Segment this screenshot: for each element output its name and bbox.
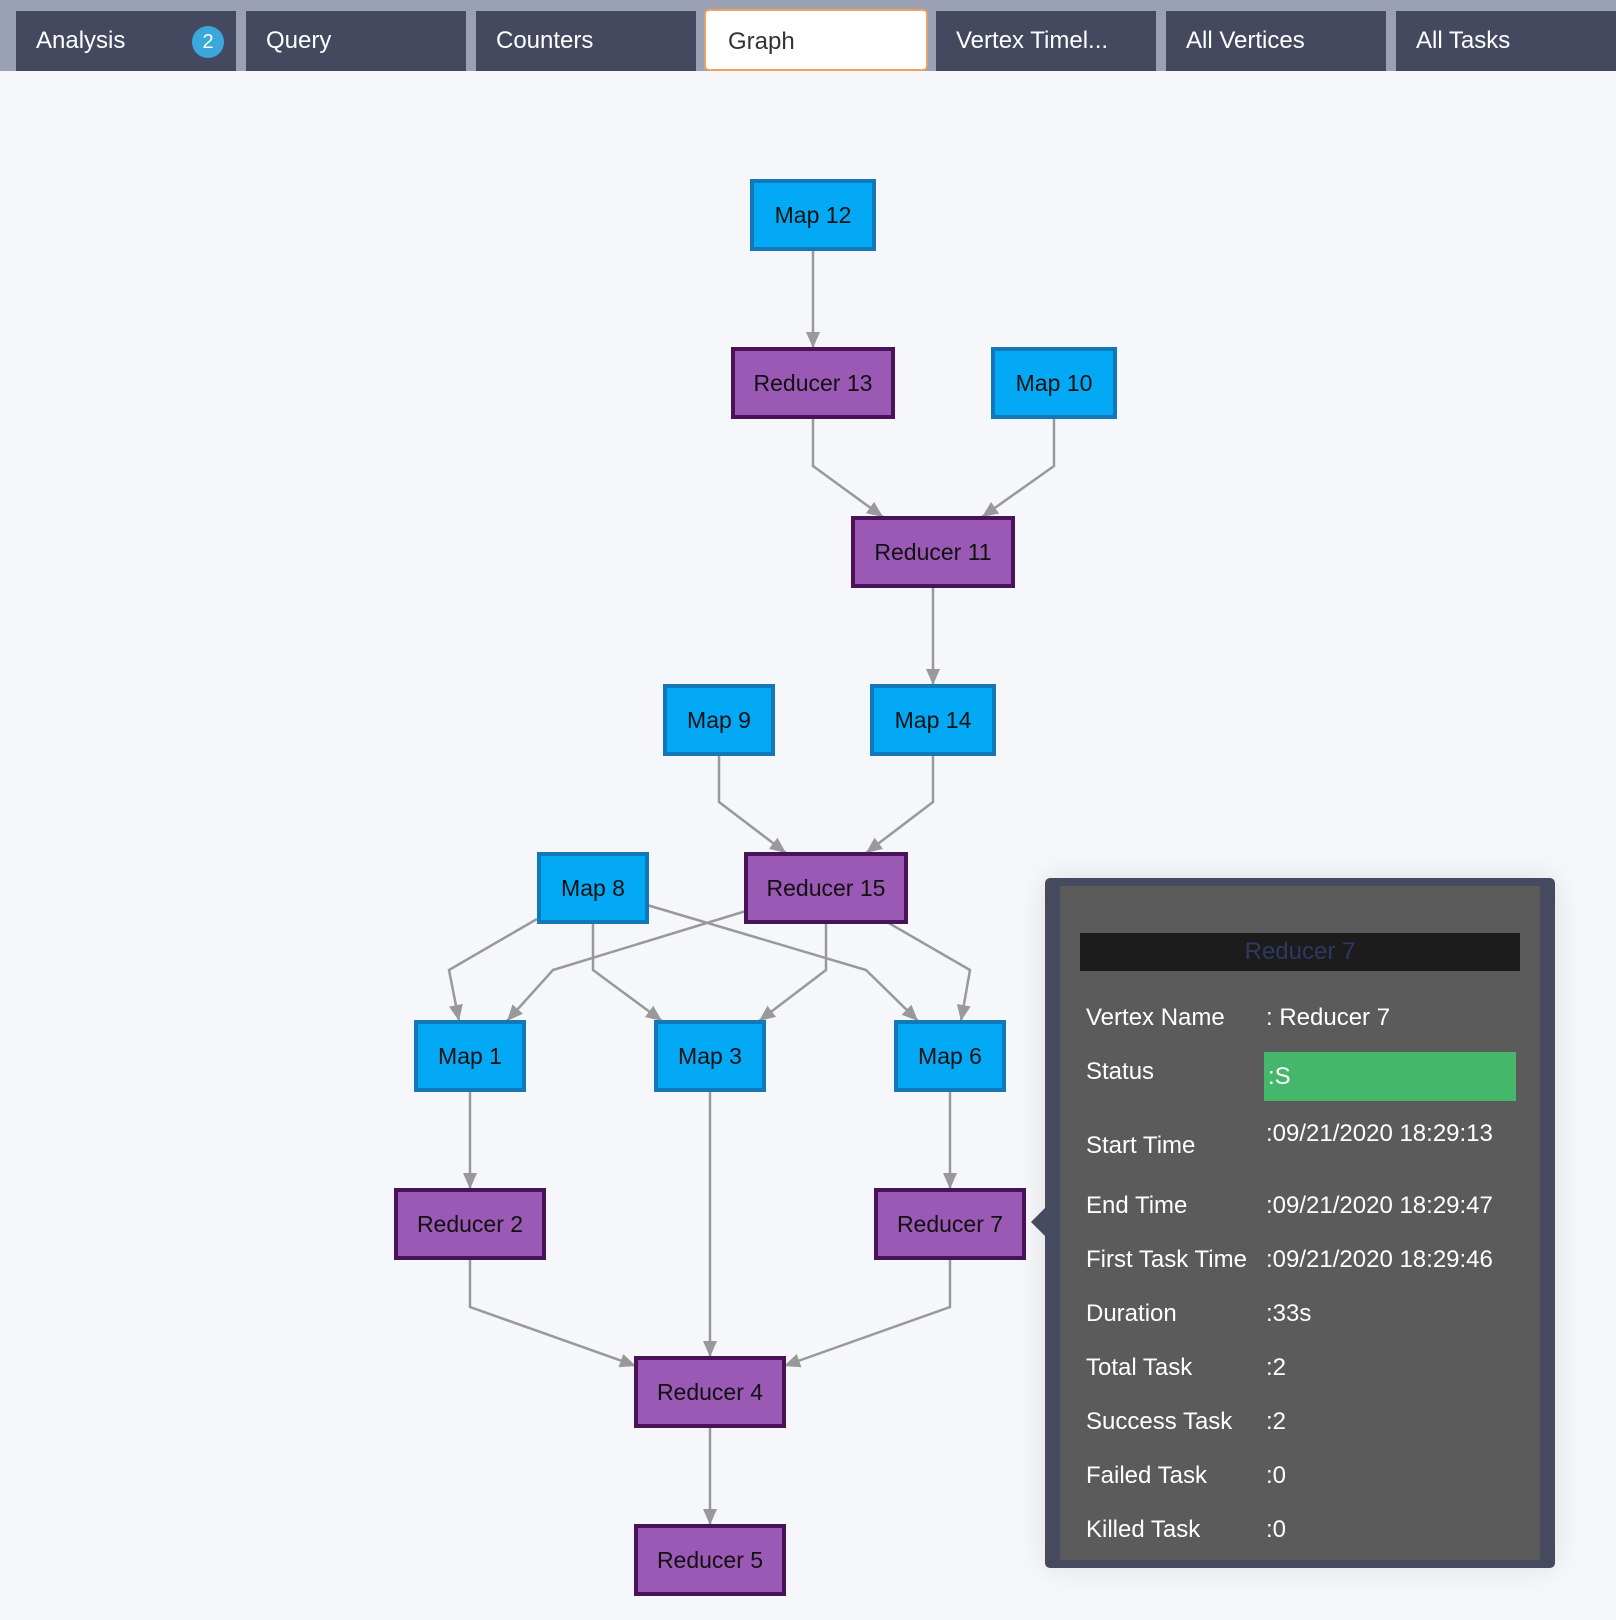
tooltip-key: Status — [1086, 1058, 1155, 1085]
vertex-label: Reducer 7 — [897, 1211, 1003, 1237]
vertex-label: Map 3 — [678, 1043, 742, 1069]
vertex-red7[interactable]: Reducer 7 — [874, 1188, 1026, 1260]
arrowhead-red13-to-red11 — [865, 501, 883, 517]
tooltip-key: Vertex Name — [1086, 1004, 1225, 1031]
tooltip-key: Start Time — [1086, 1132, 1196, 1159]
vertex-map10[interactable]: Map 10 — [991, 347, 1117, 419]
edge-map10-to-red11 — [981, 417, 1056, 519]
tooltip-value: :09/21/2020 18:29:46 — [1266, 1246, 1493, 1273]
vertex-red13[interactable]: Reducer 13 — [731, 347, 895, 419]
vertex-label: Reducer 15 — [767, 875, 886, 901]
vertex-label: Reducer 2 — [417, 1211, 523, 1237]
vertex-label: Map 6 — [918, 1043, 982, 1069]
tooltip-title: Reducer 7 — [1080, 933, 1520, 971]
edge-red13-to-red11 — [811, 417, 884, 519]
edge-red15-to-map3 — [758, 922, 828, 1022]
edge-red7-to-red4 — [783, 1258, 952, 1368]
arrowhead-map12-to-red13 — [806, 332, 820, 348]
tooltip-value: :2 — [1266, 1408, 1287, 1435]
vertex-map12[interactable]: Map 12 — [750, 179, 876, 251]
vertex-map6[interactable]: Map 6 — [894, 1020, 1006, 1092]
vertex-label: Reducer 5 — [657, 1547, 763, 1573]
edge-map9-to-red15 — [717, 754, 787, 854]
vertex-label: Map 1 — [438, 1043, 502, 1069]
vertex-tooltip: Reducer 7 Vertex Name : Reducer 7 Status… — [1031, 878, 1555, 1568]
vertex-map8[interactable]: Map 8 — [537, 852, 649, 924]
arrowhead-red4-to-red5 — [703, 1509, 717, 1525]
vertex-label: Reducer 11 — [874, 539, 991, 565]
arrowhead-red11-to-map14 — [926, 669, 940, 685]
tooltip-key: Killed Task — [1086, 1516, 1201, 1543]
vertex-map3[interactable]: Map 3 — [654, 1020, 766, 1092]
tooltip-body: Reducer 7 Vertex Name : Reducer 7 Status… — [1060, 886, 1540, 1560]
vertex-red4[interactable]: Reducer 4 — [634, 1356, 786, 1428]
arrowhead-red7-to-red4 — [784, 1354, 802, 1368]
arrowhead-map8-to-map3 — [644, 1005, 662, 1021]
arrowhead-red15-to-map3 — [759, 1005, 776, 1021]
tooltip-key: End Time — [1086, 1192, 1188, 1219]
tooltip-key: Total Task — [1086, 1354, 1193, 1381]
vertex-red2[interactable]: Reducer 2 — [394, 1188, 546, 1260]
tooltip-key: First Task Time — [1086, 1246, 1247, 1273]
tooltip-value: :33s — [1266, 1300, 1312, 1327]
tooltip-value: :09/21/2020 18:29:47 — [1266, 1192, 1493, 1219]
tooltip-key: Failed Task — [1086, 1462, 1207, 1489]
arrowhead-red15-to-map6 — [956, 1004, 971, 1021]
vertex-red15[interactable]: Reducer 15 — [744, 852, 908, 924]
edge-map14-to-red15 — [865, 754, 935, 854]
vertex-label: Map 14 — [895, 707, 972, 733]
tooltip-value: : Reducer 7 — [1266, 1004, 1391, 1031]
vertex-label: Map 12 — [775, 202, 852, 228]
edge-red15-to-map1 — [506, 909, 747, 1022]
vertex-label: Map 8 — [561, 875, 625, 901]
arrowhead-map6-to-red7 — [943, 1173, 957, 1189]
tooltip-value: :0 — [1266, 1516, 1287, 1543]
vertex-label: Map 10 — [1016, 370, 1093, 396]
edge-red2-to-red4 — [468, 1258, 637, 1368]
vertex-map9[interactable]: Map 9 — [663, 684, 775, 756]
arrowhead-map1-to-red2 — [463, 1173, 477, 1189]
vertex-map14[interactable]: Map 14 — [870, 684, 996, 756]
tooltip-value: :0 — [1266, 1462, 1287, 1489]
vertex-red11[interactable]: Reducer 11 — [851, 516, 1015, 588]
edge-map8-to-map3 — [591, 922, 663, 1023]
tooltip-pointer — [1031, 1208, 1045, 1236]
vertex-label: Reducer 4 — [657, 1379, 763, 1405]
arrowhead-map8-to-map1 — [449, 1003, 463, 1021]
vertex-label: Map 9 — [687, 707, 751, 733]
status-badge: :S — [1264, 1052, 1516, 1101]
arrowhead-map10-to-red11 — [982, 502, 1000, 517]
arrowhead-map3-to-red4 — [703, 1341, 717, 1357]
arrowhead-map9-to-red15 — [769, 837, 786, 853]
tooltip-value: :2 — [1266, 1354, 1287, 1381]
arrowhead-red2-to-red4 — [618, 1354, 636, 1368]
tooltip-value: :09/21/2020 18:29:13 — [1266, 1120, 1493, 1147]
vertex-map1[interactable]: Map 1 — [414, 1020, 526, 1092]
nodes-layer: Map 12 Reducer 13 Map 10 Reducer 11 Map 9 Map… — [394, 179, 1117, 1596]
tooltip-key: Duration — [1086, 1300, 1177, 1327]
arrowhead-map14-to-red15 — [866, 837, 883, 853]
vertex-label: Reducer 13 — [754, 370, 873, 396]
vertex-red5[interactable]: Reducer 5 — [634, 1524, 786, 1596]
tooltip-key: Success Task — [1086, 1408, 1233, 1435]
